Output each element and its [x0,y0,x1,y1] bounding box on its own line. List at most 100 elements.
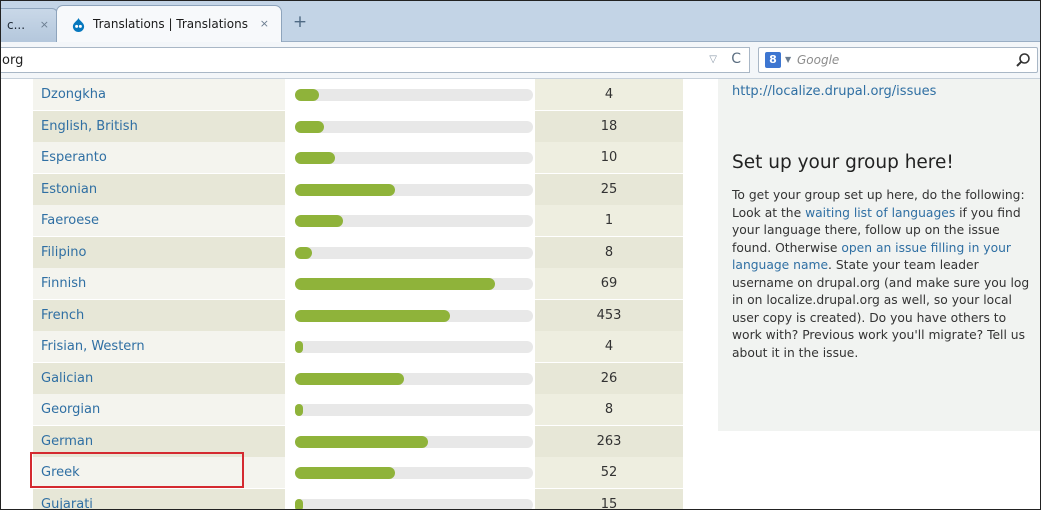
progress-bar-fill [295,341,303,353]
close-icon[interactable]: × [260,17,269,30]
language-cell: Frisian, Western [33,331,285,362]
url-dropdown-icon[interactable]: ▽ [709,54,717,65]
progress-bar-track [295,499,533,510]
progress-bar-track [295,467,533,479]
language-cell: English, British [33,111,285,142]
language-link[interactable]: Frisian, Western [41,339,145,354]
sidebar-body: To get your group set up here, do the fo… [732,187,1032,362]
language-link[interactable]: French [41,308,84,323]
language-link[interactable]: Esperanto [41,150,107,165]
progress-bar-track [295,310,533,322]
language-cell: Dzongkha [33,79,285,110]
search-icon[interactable] [1015,52,1031,68]
progress-cell [285,142,535,173]
count-value: 18 [600,119,618,134]
progress-cell [285,111,535,142]
count-value: 1 [604,213,614,228]
tab-bar: c... × Translations | Translations × + [0,0,1041,42]
search-input[interactable]: Google [797,53,839,67]
language-link[interactable]: Gujarati [41,497,93,510]
progress-bar-fill [295,467,395,479]
table-row: Galician 26 [33,363,683,394]
sidebar-heading: Set up your group here! [732,152,954,173]
count-cell: 18 [535,111,683,142]
progress-bar-fill [295,499,303,510]
count-value: 25 [600,182,618,197]
count-value: 4 [604,339,614,354]
chevron-down-icon[interactable]: ▼ [785,55,791,64]
language-link[interactable]: Faeroese [41,213,99,228]
new-tab-button[interactable]: + [290,12,310,32]
language-link[interactable]: Finnish [41,276,86,291]
count-cell: 8 [535,394,683,425]
progress-bar-track [295,215,533,227]
search-bar[interactable]: 8 ▼ Google [758,47,1038,73]
greek-highlight-box [30,452,244,488]
count-value: 263 [596,434,622,449]
language-cell: French [33,300,285,331]
progress-bar-track [295,89,533,101]
progress-bar-track [295,247,533,259]
language-link[interactable]: Estonian [41,182,97,197]
sidebar-text: . State your team leader username on dru… [732,258,1030,360]
address-bar[interactable]: org ▽ C [0,47,750,73]
progress-cell [285,394,535,425]
language-link[interactable]: Dzongkha [41,87,106,102]
progress-bar-fill [295,121,324,133]
progress-bar-track [295,121,533,133]
progress-bar-fill [295,184,395,196]
progress-bar-fill [295,278,495,290]
language-cell: Filipino [33,237,285,268]
table-row: French 453 [33,300,683,331]
language-cell: Finnish [33,268,285,299]
language-cell: Faeroese [33,205,285,236]
progress-bar-track [295,152,533,164]
count-value: 52 [600,465,618,480]
language-cell: Esperanto [33,142,285,173]
address-text[interactable]: org [2,53,23,68]
progress-bar-fill [295,404,303,416]
count-value: 69 [600,276,618,291]
progress-cell [285,174,535,205]
issues-link[interactable]: http://localize.drupal.org/issues [732,84,936,99]
language-cell: Estonian [33,174,285,205]
language-link[interactable]: English, British [41,119,138,134]
count-cell: 1 [535,205,683,236]
close-icon[interactable]: × [40,18,49,31]
language-link[interactable]: German [41,434,93,449]
tab-previous[interactable]: c... × [0,8,58,42]
language-link[interactable]: Georgian [41,402,100,417]
count-cell: 26 [535,363,683,394]
count-cell: 4 [535,331,683,362]
table-row: Esperanto 10 [33,142,683,173]
progress-bar-fill [295,89,319,101]
tab-translations[interactable]: Translations | Translations × [56,5,282,42]
count-cell: 25 [535,174,683,205]
table-row: Estonian 25 [33,174,683,205]
progress-cell [285,489,535,510]
count-value: 453 [596,308,622,323]
reload-icon[interactable]: C [731,51,741,67]
count-cell: 69 [535,268,683,299]
progress-cell [285,426,535,457]
waiting-list-link[interactable]: waiting list of languages [805,206,955,220]
language-link[interactable]: Galician [41,371,93,386]
table-row: Gujarati 15 [33,489,683,510]
progress-bar-track [295,436,533,448]
count-value: 26 [600,371,618,386]
table-row: Filipino 8 [33,237,683,268]
progress-cell [285,300,535,331]
count-cell: 15 [535,489,683,510]
table-row: English, British 18 [33,111,683,142]
count-value: 10 [600,150,618,165]
search-engine-icon[interactable]: 8 [765,52,781,68]
progress-bar-fill [295,436,428,448]
count-cell: 52 [535,457,683,488]
progress-bar-fill [295,215,343,227]
language-link[interactable]: Filipino [41,245,86,260]
tab-previous-title: c... [7,18,26,32]
table-row: Georgian 8 [33,394,683,425]
progress-cell [285,457,535,488]
count-value: 15 [600,497,618,510]
progress-cell [285,237,535,268]
